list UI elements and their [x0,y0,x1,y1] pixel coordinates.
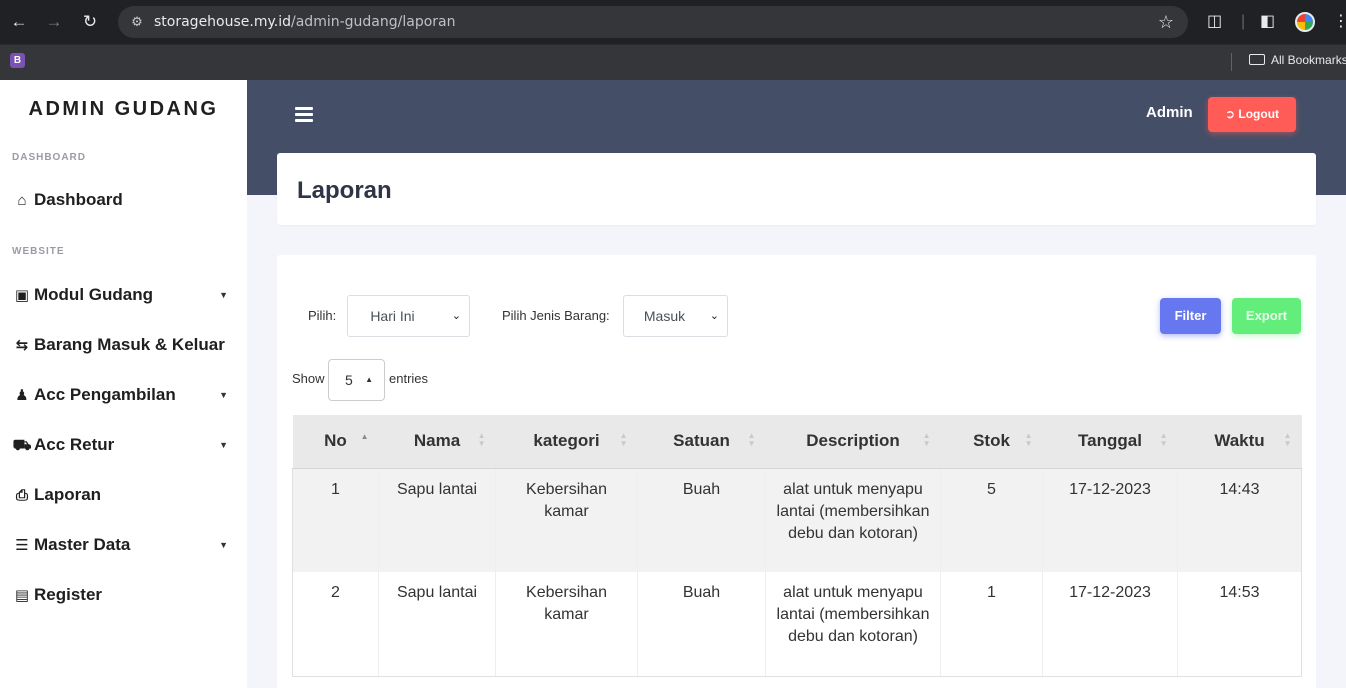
bookmarks-divider [1231,53,1232,71]
print-icon: ⎙ [15,487,28,504]
sidebar: ADMIN GUDANG DASHBOARD ⌂ Dashboard WEBSIT… [0,80,247,688]
cell-kategori: Kebersihan kamar [495,468,638,572]
sort-icon: ▲ ▼ [1159,431,1168,448]
cell-description: alat untuk menyapu lantai (membersihkan … [765,468,941,572]
hamburger-menu-icon[interactable] [295,107,315,125]
toolbar-divider: | [1241,13,1246,30]
table-row: 1 Sapu lantai Kebersihan kamar Buah alat… [292,468,1302,572]
cell-waktu: 14:53 [1177,572,1302,677]
sort-icon: ▲ ▼ [477,431,486,448]
sort-asc-icon: ▲ [360,432,369,441]
folder-icon [1249,54,1265,66]
sidebar-item-register[interactable]: ▤ Register [12,580,234,610]
sidebar-item-modul-gudang[interactable]: ▣ Modul Gudang ▼ [12,280,234,310]
people-carry-icon: ♟ [15,387,29,404]
brand-title[interactable]: ADMIN GUDANG [0,98,247,121]
extensions-icon[interactable]: ◫ [1207,12,1222,32]
menu-dots-icon[interactable]: ⋮ [1333,12,1346,32]
forward-icon[interactable]: → [44,12,64,32]
cell-no: 1 [292,468,379,572]
dolly-icon: ⛟ [12,437,32,454]
cell-waktu: 14:43 [1177,468,1302,572]
bookmarks-bar: B All Bookmarks [0,44,1346,80]
jenis-barang-select[interactable]: Masuk ⌄ [623,295,728,337]
back-icon[interactable]: ← [9,12,29,32]
column-header-satuan[interactable]: Satuan ▲ ▼ [637,415,766,469]
cell-description: alat untuk menyapu lantai (membersihkan … [765,572,941,677]
sort-icon: ▲ ▼ [619,431,628,448]
logout-button[interactable]: ➲ Logout [1208,97,1296,132]
column-header-stok[interactable]: Stok ▲ ▼ [940,415,1043,469]
profile-avatar[interactable] [1295,12,1315,32]
bookmark-star-icon[interactable]: ☆ [1158,11,1174,33]
column-header-tanggal[interactable]: Tanggal ▲ ▼ [1042,415,1178,469]
sort-icon: ▲ ▼ [1283,431,1292,448]
id-card-icon: ▤ [14,587,30,604]
all-bookmarks-button[interactable]: All Bookmarks [1249,45,1346,75]
page-title: Laporan [297,177,392,204]
column-header-kategori[interactable]: kategori ▲ ▼ [495,415,638,469]
sort-icon: ▲ ▼ [922,431,931,448]
export-button[interactable]: Export [1232,298,1301,334]
database-icon: ☰ [15,537,29,554]
cell-stok: 5 [940,468,1043,572]
page-title-card: Laporan [277,153,1316,225]
boxes-icon: ▣ [14,287,30,304]
sidebar-item-master-data[interactable]: ☰ Master Data ▼ [12,530,234,560]
user-name: Admin [1146,104,1193,121]
caret-down-icon: ▼ [219,390,228,400]
entries-label: entries [389,371,429,386]
side-panel-icon[interactable]: ◧ [1260,12,1275,32]
sidebar-item-laporan[interactable]: ⎙ Laporan [12,480,234,510]
url-text[interactable]: storagehouse.my.id/admin-gudang/laporan [154,6,455,38]
cell-kategori: Kebersihan kamar [495,572,638,677]
caret-down-icon: ▼ [219,540,228,550]
column-header-description[interactable]: Description ▲ ▼ [765,415,941,469]
sign-out-icon: ➲ [1224,107,1236,121]
column-header-no[interactable]: No ▲ [292,415,379,469]
sidebar-item-acc-pengambilan[interactable]: ♟ Acc Pengambilan ▼ [12,380,234,410]
sidebar-item-acc-retur[interactable]: ⛟ Acc Retur ▼ [12,430,234,460]
cell-stok: 1 [940,572,1043,677]
browser-toolbar: ← → ↻ ⚙ storagehouse.my.id/admin-gudang/… [0,0,1346,44]
pilih-label: Pilih: [308,308,337,323]
column-header-waktu[interactable]: Waktu ▲ ▼ [1177,415,1302,469]
section-heading-dashboard: DASHBOARD [12,152,86,163]
chevron-down-icon: ⌄ [451,310,461,322]
table-header-row: No ▲ Nama ▲ ▼ kategori ▲ ▼ Satuan ▲ ▼ Descripti… [292,415,1302,469]
period-select[interactable]: Hari Ini ⌄ [347,295,470,337]
cell-tanggal: 17-12-2023 [1042,468,1178,572]
jenis-barang-label: Pilih Jenis Barang: [502,308,610,323]
show-label: Show [292,371,325,386]
home-icon: ⌂ [17,192,27,209]
address-bar[interactable]: ⚙ storagehouse.my.id/admin-gudang/lapora… [118,6,1188,38]
cell-nama: Sapu lantai [378,572,496,677]
reload-icon[interactable]: ↻ [80,12,100,32]
cell-nama: Sapu lantai [378,468,496,572]
sidebar-item-dashboard[interactable]: ⌂ Dashboard [12,185,234,215]
caret-down-icon: ▼ [219,440,228,450]
section-heading-website: WEBSITE [12,246,65,257]
sort-icon: ▲ ▼ [747,431,756,448]
bootstrap-bookmark-icon[interactable]: B [10,53,25,68]
table-row: 2 Sapu lantai Kebersihan kamar Buah alat… [292,572,1302,677]
chevron-down-icon: ⌄ [709,310,719,322]
sort-icon: ▲ ▼ [1024,431,1033,448]
cell-satuan: Buah [637,468,766,572]
filter-button[interactable]: Filter [1160,298,1221,334]
entries-length-select[interactable]: 5▲▼ [328,359,385,424]
cell-satuan: Buah [637,572,766,677]
cell-tanggal: 17-12-2023 [1042,572,1178,677]
cell-no: 2 [292,572,379,677]
site-info-icon[interactable]: ⚙ [128,13,146,31]
report-table: No ▲ Nama ▲ ▼ kategori ▲ ▼ Satuan ▲ ▼ Descripti… [292,415,1302,677]
exchange-icon: ⇆ [15,337,29,354]
column-header-nama[interactable]: Nama ▲ ▼ [378,415,496,469]
sidebar-item-barang-masuk-keluar[interactable]: ⇆ Barang Masuk & Keluar [12,330,234,360]
caret-down-icon: ▼ [219,290,228,300]
